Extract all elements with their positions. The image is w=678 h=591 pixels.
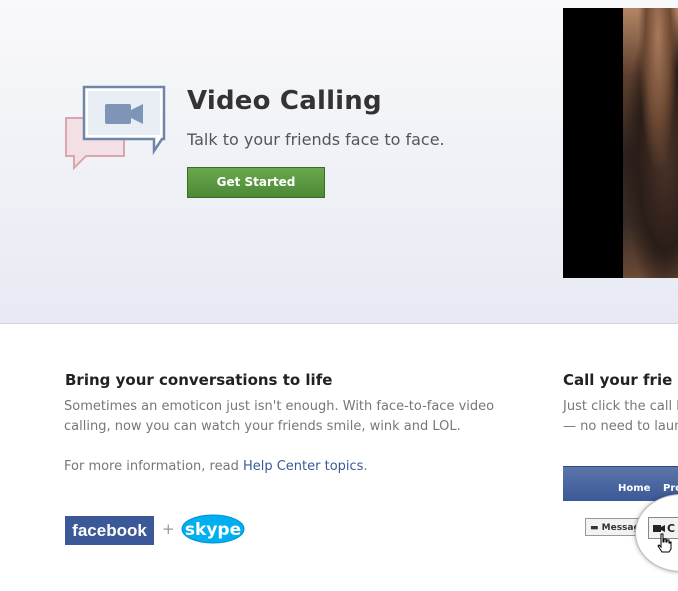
video-preview bbox=[563, 8, 678, 278]
plus-sign: + bbox=[162, 520, 175, 538]
facebook-nav-bar: Home Pro bbox=[563, 466, 678, 501]
magnifier-circle: C bbox=[635, 494, 678, 572]
more-info-prefix: For more information, read bbox=[64, 459, 243, 474]
section-body-call-line2: — no need to laun bbox=[563, 419, 678, 434]
more-info-suffix: . bbox=[363, 459, 368, 474]
hand-cursor-icon bbox=[657, 533, 672, 553]
call-button-illustration: Home Pro ▬ Messag C bbox=[563, 466, 678, 591]
nav-home: Home bbox=[618, 483, 651, 494]
section-title-call: Call your frie bbox=[563, 371, 673, 389]
message-icon: ▬ bbox=[590, 523, 602, 533]
page-title: Video Calling bbox=[187, 86, 382, 116]
section-body-call-line1: Just click the call b bbox=[563, 399, 678, 414]
skype-logo-text: skype bbox=[185, 520, 241, 540]
more-info-text: For more information, read Help Center t… bbox=[64, 457, 514, 477]
message-button: ▬ Messag bbox=[585, 518, 641, 536]
video-caller-image bbox=[623, 8, 678, 278]
get-started-button[interactable]: Get Started bbox=[187, 167, 325, 198]
video-camera-icon bbox=[653, 525, 665, 532]
hero-banner: Video Calling Talk to your friends face … bbox=[0, 0, 678, 324]
help-center-link[interactable]: Help Center topics bbox=[243, 459, 364, 474]
chat-bubbles-video-camera-icon bbox=[65, 85, 166, 171]
facebook-logo: facebook bbox=[65, 516, 154, 545]
nav-profile: Pro bbox=[663, 483, 678, 494]
page-subtitle: Talk to your friends face to face. bbox=[187, 130, 445, 149]
section-body-bring: Sometimes an emoticon just isn't enough.… bbox=[64, 399, 495, 434]
skype-logo: skype bbox=[181, 514, 245, 544]
section-title-bring: Bring your conversations to life bbox=[65, 371, 333, 389]
